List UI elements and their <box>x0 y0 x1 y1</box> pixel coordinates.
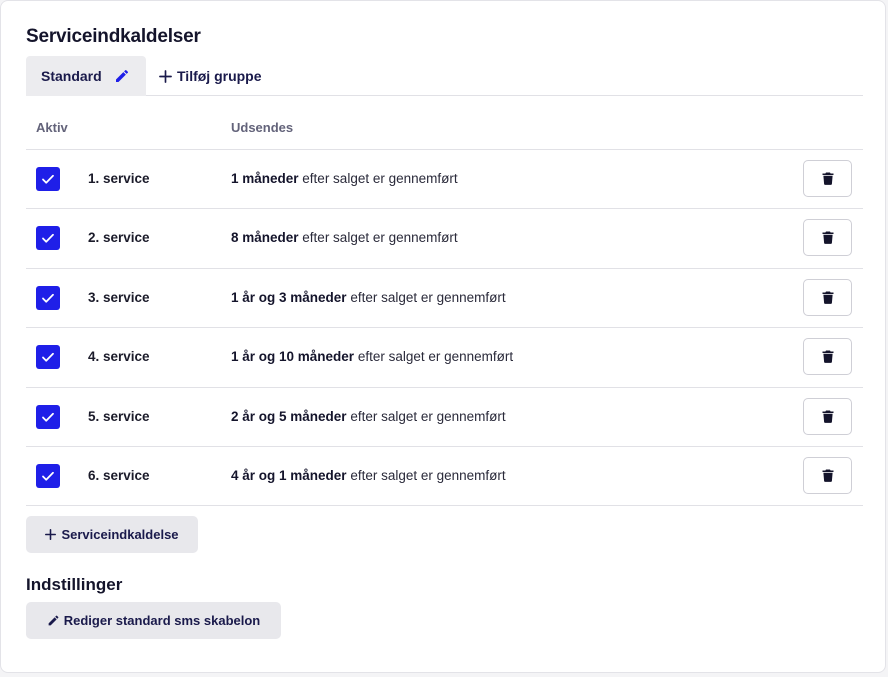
service-name: 1. service <box>88 171 150 186</box>
table-row: 1. service 1 måneder efter salget er gen… <box>26 150 863 210</box>
add-service-reminder-button[interactable]: Serviceindkaldelse <box>26 516 198 553</box>
pencil-icon[interactable] <box>114 68 130 84</box>
plus-icon <box>45 529 57 540</box>
interval-suffix: efter salget er gennemført <box>298 171 458 186</box>
check-icon <box>42 353 54 362</box>
trash-icon <box>822 350 833 364</box>
table-row: 6. service 4 år og 1 måneder efter salge… <box>26 447 863 507</box>
interval-value: 1 år og 3 måneder <box>231 289 347 305</box>
table-row: 2. service 8 måneder efter salget er gen… <box>26 209 863 269</box>
service-interval: 2 år og 5 måneder efter salget er gennem… <box>231 409 506 424</box>
delete-button[interactable] <box>803 278 852 316</box>
tab-standard-label: Standard <box>41 68 102 84</box>
service-name: 4. service <box>88 349 150 365</box>
interval-value: 8 måneder <box>231 230 299 246</box>
service-name: 3. service <box>88 289 150 305</box>
check-icon <box>42 412 54 422</box>
add-group-button[interactable]: Tilføj gruppe <box>159 56 262 96</box>
pencil-icon <box>48 615 59 626</box>
service-list: 1. service 1 måneder efter salget er gen… <box>26 150 863 507</box>
interval-value: 1 måneder <box>231 171 299 186</box>
tab-standard[interactable]: Standard <box>26 56 146 96</box>
service-name: 5. service <box>88 408 150 424</box>
trash-icon <box>822 291 833 304</box>
service-interval: 4 år og 1 måneder efter salget er gennem… <box>231 468 506 483</box>
edit-sms-template-label: Rediger standard sms skabelon <box>63 613 261 628</box>
settings-heading: Indstillinger <box>26 575 123 594</box>
column-header-active: Aktiv <box>36 120 68 135</box>
interval-suffix: efter salget er gennemført <box>298 230 458 246</box>
trash-icon <box>822 231 833 245</box>
service-interval: 1 år og 3 måneder efter salget er gennem… <box>231 290 506 305</box>
active-checkbox[interactable] <box>36 345 60 370</box>
active-checkbox[interactable] <box>36 167 60 191</box>
table-row: 3. service 1 år og 3 måneder efter salge… <box>26 269 863 329</box>
interval-value: 4 år og 1 måneder <box>231 467 347 483</box>
plus-icon <box>159 69 172 83</box>
service-reminders-card: Serviceindkaldelser Standard Tilføj grup… <box>0 0 886 673</box>
check-icon <box>42 471 54 481</box>
table-row: 5. service 2 år og 5 måneder efter salge… <box>26 388 863 447</box>
active-checkbox[interactable] <box>36 285 60 310</box>
service-name: 6. service <box>88 467 150 483</box>
check-icon <box>42 174 54 184</box>
interval-suffix: efter salget er gennemført <box>354 349 514 365</box>
interval-value: 1 år og 10 måneder <box>231 349 355 365</box>
active-checkbox[interactable] <box>36 404 60 429</box>
interval-suffix: efter salget er gennemført <box>346 289 506 305</box>
delete-button[interactable] <box>803 456 852 494</box>
group-tabs: Standard Tilføj gruppe <box>26 56 863 96</box>
active-checkbox[interactable] <box>36 226 60 251</box>
trash-icon <box>822 172 833 185</box>
service-interval: 8 måneder efter salget er gennemført <box>231 230 458 245</box>
active-checkbox[interactable] <box>36 463 60 488</box>
trash-icon <box>822 410 833 423</box>
service-interval: 1 år og 10 måneder efter salget er genne… <box>231 349 513 364</box>
page-title: Serviceindkaldelser <box>26 26 201 47</box>
trash-icon <box>822 469 833 482</box>
interval-suffix: efter salget er gennemført <box>346 467 506 483</box>
check-icon <box>42 293 54 303</box>
delete-button[interactable] <box>803 338 852 376</box>
check-icon <box>42 234 54 243</box>
add-group-label: Tilføj gruppe <box>177 68 262 84</box>
interval-suffix: efter salget er gennemført <box>346 408 506 424</box>
column-header-sends: Udsendes <box>231 120 294 135</box>
service-name: 2. service <box>88 230 150 246</box>
delete-button[interactable] <box>803 397 852 435</box>
service-interval: 1 måneder efter salget er gennemført <box>231 171 458 186</box>
table-row: 4. service 1 år og 10 måneder efter salg… <box>26 328 863 388</box>
delete-button[interactable] <box>803 160 852 197</box>
edit-sms-template-button[interactable]: Rediger standard sms skabelon <box>26 602 281 639</box>
delete-button[interactable] <box>803 219 852 257</box>
table-header: Aktiv Udsendes <box>26 96 863 150</box>
interval-value: 2 år og 5 måneder <box>231 408 347 424</box>
add-service-reminder-label: Serviceindkaldelse <box>61 527 179 542</box>
